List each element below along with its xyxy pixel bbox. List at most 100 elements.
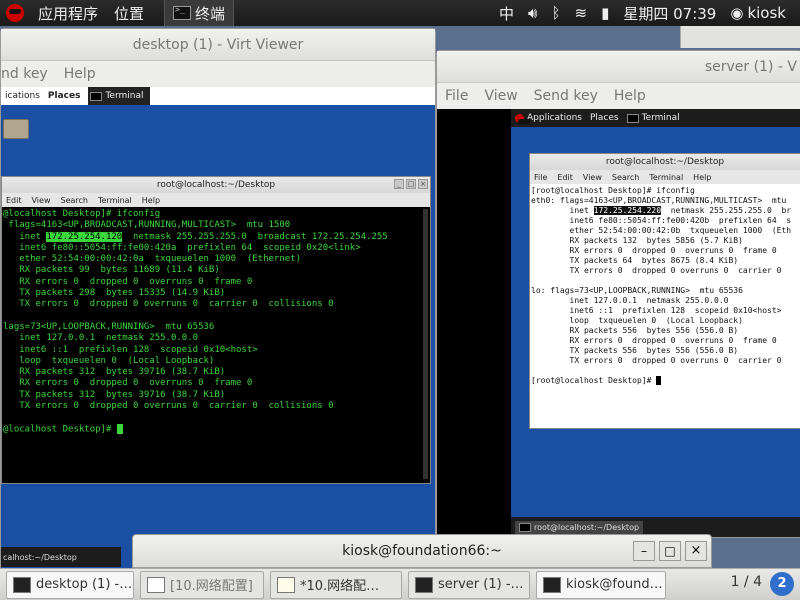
host-terminal-window[interactable]: kiosk@foundation66:~ – □ × — [132, 534, 712, 568]
menu-search[interactable]: Search — [60, 196, 87, 205]
terminal-line: RX packets 132 bytes 5856 (5.7 KiB) — [531, 236, 743, 245]
minimize-button[interactable]: – — [633, 541, 655, 561]
volume-icon[interactable]: 🔊︎ — [528, 4, 537, 22]
terminal-line: eth0: flags=4163<UP,BROADCAST,RUNNING,MU… — [531, 196, 787, 205]
menu-edit[interactable]: Edit — [6, 196, 22, 205]
maximize-button[interactable]: □ — [659, 541, 681, 561]
places-menu[interactable]: 位置 — [106, 3, 152, 24]
menu-view[interactable]: View — [484, 88, 517, 104]
terminal-output[interactable]: @localhost Desktop]# ifconfig flags=4163… — [2, 207, 430, 437]
redhat-icon — [515, 113, 530, 124]
terminal-line: RX packets 556 bytes 556 (556.0 B) — [531, 326, 739, 335]
terminal-line: inet 127.0.0.1 netmask 255.0.0.0 — [3, 333, 199, 344]
task-editor[interactable]: *10.网络配… — [270, 570, 402, 599]
input-method-indicator[interactable]: 中 — [499, 3, 514, 24]
task-kiosk-terminal[interactable]: kiosk@found… — [536, 570, 666, 599]
task-network-config[interactable]: [10.网络配置] — [140, 570, 264, 599]
menu-send-key[interactable]: Send key — [534, 88, 598, 104]
terminal-icon — [173, 5, 192, 20]
terminal-icon — [626, 113, 639, 123]
editor-icon — [277, 576, 295, 593]
menu-terminal[interactable]: Terminal — [98, 196, 132, 205]
terminal-scrollbar[interactable] — [423, 209, 428, 479]
maximize-button[interactable]: □ — [406, 179, 416, 189]
user-icon: ◉ — [730, 4, 744, 22]
guest-task-terminal[interactable]: Terminal — [626, 113, 680, 123]
menu-terminal[interactable]: Terminal — [649, 173, 683, 182]
clock[interactable]: 星期四 07:39 — [623, 3, 716, 24]
battery-icon[interactable]: ▮ — [601, 4, 609, 22]
task-server-viewer[interactable]: server (1) -… — [408, 570, 530, 599]
menu-help[interactable]: Help — [693, 173, 711, 182]
menu-help[interactable]: Help — [614, 88, 646, 104]
guest-taskbar-item[interactable]: root@localhost:~/Desktop — [515, 520, 644, 534]
terminal-icon — [543, 576, 561, 593]
applications-menu[interactable]: 应用程序 — [30, 3, 106, 24]
terminal-line: inet6 fe80::5054:ff:fe00:420b prefixlen … — [531, 216, 792, 225]
terminal-line: TX errors 0 dropped 0 overruns 0 carrier… — [3, 299, 334, 310]
guest-desktop: ications Places Terminal root@localhost:… — [1, 87, 435, 569]
terminal-menubar: File Edit View Search Terminal Help — [530, 170, 800, 184]
menu-help[interactable]: Help — [64, 66, 96, 82]
guest-top-panel: ications Places Terminal — [1, 87, 435, 105]
terminal-line: @localhost Desktop]# ifconfig — [3, 209, 161, 219]
menu-edit[interactable]: Edit — [557, 173, 573, 182]
terminal-line: RX errors 0 dropped 0 overruns 0 frame 0 — [531, 246, 777, 255]
guest-task-terminal[interactable]: Terminal — [88, 87, 150, 105]
guest-places-menu[interactable]: Places — [48, 91, 81, 101]
terminal-icon — [90, 91, 103, 101]
terminal-cursor — [116, 423, 123, 434]
menu-help[interactable]: Help — [142, 196, 160, 205]
menu-send-key[interactable]: nd key — [1, 66, 48, 82]
terminal-line: TX packets 312 bytes 39716 (38.7 KiB) — [3, 389, 226, 400]
minimize-button[interactable]: _ — [394, 179, 404, 189]
guest-applications-menu[interactable]: ications — [5, 91, 40, 101]
window-title: kiosk@foundation66:~ — [342, 543, 502, 559]
terminal-prompt-line: [root@localhost Desktop]# — [531, 376, 799, 386]
terminal-menubar: Edit View Search Terminal Help — [2, 193, 430, 207]
guest-desktop: Applications Places Terminal root@localh… — [511, 109, 800, 537]
terminal-titlebar: root@localhost:~/Desktop _ □ × — [2, 177, 430, 193]
menu-search[interactable]: Search — [612, 173, 639, 182]
terminal-line: inet 172.25.254.220 netmask 255.255.255.… — [531, 206, 792, 215]
guest-terminal-window[interactable]: root@localhost:~/Desktop _ □ × Edit View S… — [1, 176, 431, 484]
top-task-terminal[interactable]: 终端 — [164, 0, 235, 26]
menu-view[interactable]: View — [32, 196, 51, 205]
bluetooth-icon[interactable]: ᛒ — [552, 4, 561, 22]
terminal-line: RX errors 0 dropped 0 overruns 0 frame 0 — [3, 378, 253, 389]
terminal-line: [root@localhost Desktop]# ifconfig — [531, 186, 695, 195]
home-folder-icon[interactable] — [3, 119, 29, 139]
guest-terminal-window[interactable]: root@localhost:~/Desktop File Edit View … — [529, 153, 800, 429]
guest-applications-menu[interactable]: Applications — [515, 113, 582, 124]
terminal-line: TX packets 298 bytes 15335 (14.9 KiB) — [3, 288, 226, 299]
terminal-output[interactable]: [root@localhost Desktop]# ifconfig eth0: … — [530, 184, 800, 388]
close-button[interactable]: × — [685, 541, 707, 561]
monitor-icon — [415, 576, 433, 593]
terminal-line: ether 52:54:00:00:42:0b txqueuelen 1000 … — [531, 226, 792, 235]
terminal-line: RX errors 0 dropped 0 overruns 0 frame 0 — [3, 276, 253, 287]
terminal-line: TX errors 0 dropped 0 overruns 0 carrier… — [531, 356, 782, 365]
user-menu[interactable]: ◉ kiosk — [730, 4, 786, 22]
task-desktop-viewer[interactable]: desktop (1) -… — [6, 570, 134, 599]
virt-viewer-server-window[interactable]: server (1) - V File View Send key Help A… — [436, 50, 800, 538]
redhat-icon — [6, 4, 24, 22]
virt-viewer-desktop-window[interactable]: desktop (1) - Virt Viewer nd key Help ic… — [0, 28, 436, 569]
workspace-pager[interactable]: 1 / 4 — [731, 574, 762, 590]
bottom-taskbar: desktop (1) -… [10.网络配置] *10.网络配… server… — [0, 568, 800, 600]
wifi-icon[interactable]: ≋ — [575, 4, 588, 22]
window-title: desktop (1) - Virt Viewer — [1, 29, 435, 61]
window-title: server (1) - V — [437, 51, 800, 83]
guest-places-menu[interactable]: Places — [590, 113, 619, 123]
menu-file[interactable]: File — [445, 88, 468, 104]
menu-file[interactable]: File — [534, 173, 547, 182]
guest-taskbar-item[interactable]: calhost:~/Desktop — [1, 547, 121, 567]
close-button[interactable]: × — [418, 179, 428, 189]
menu-view[interactable]: View — [583, 173, 602, 182]
terminal-line: RX errors 0 dropped 0 overruns 0 frame 0 — [531, 336, 777, 345]
terminal-line: loop txqueuelen 0 (Local Loopback) — [3, 355, 215, 366]
workspace-switcher-icon[interactable]: 2 — [770, 572, 794, 596]
